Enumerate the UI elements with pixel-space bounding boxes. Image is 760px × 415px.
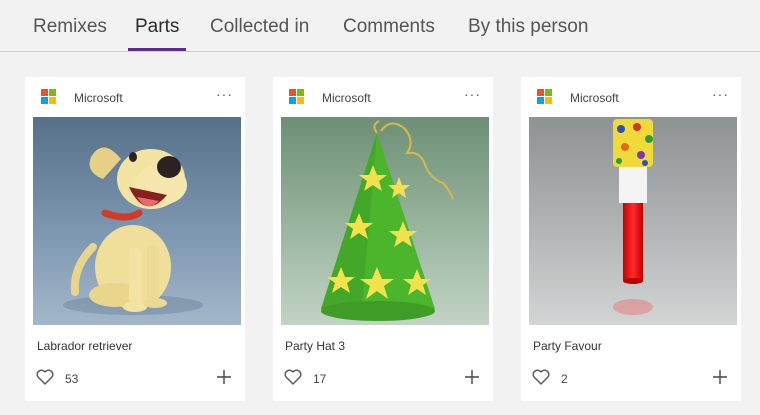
model-card[interactable]: Microsoft ··· (521, 77, 741, 401)
card-header: Microsoft ··· (273, 77, 493, 117)
tab-collected-in[interactable]: Collected in (210, 16, 309, 38)
model-card[interactable]: Microsoft ··· (25, 77, 245, 401)
microsoft-logo-icon (41, 89, 57, 105)
like-count: 53 (65, 372, 79, 386)
model-title[interactable]: Party Hat 3 (285, 339, 345, 353)
model-title[interactable]: Labrador retriever (37, 339, 132, 353)
heart-icon[interactable] (531, 367, 551, 387)
more-options-button[interactable]: ··· (216, 87, 233, 101)
author-name[interactable]: Microsoft (570, 91, 619, 105)
model-title[interactable]: Party Favour (533, 339, 602, 353)
more-options-button[interactable]: ··· (712, 87, 729, 101)
like-count: 17 (313, 372, 327, 386)
plus-icon[interactable] (463, 368, 481, 386)
active-tab-indicator (128, 48, 186, 51)
model-card[interactable]: Microsoft ··· (273, 77, 493, 401)
microsoft-logo-icon (289, 89, 305, 105)
model-thumbnail[interactable] (529, 117, 737, 325)
like-count: 2 (561, 372, 568, 386)
card-header: Microsoft ··· (521, 77, 741, 117)
author-name[interactable]: Microsoft (74, 91, 123, 105)
tab-by-this-person[interactable]: By this person (468, 16, 588, 38)
model-thumbnail[interactable] (281, 117, 489, 325)
tab-parts[interactable]: Parts (135, 16, 179, 38)
heart-icon[interactable] (283, 367, 303, 387)
tab-comments[interactable]: Comments (343, 16, 435, 38)
plus-icon[interactable] (215, 368, 233, 386)
tab-remixes[interactable]: Remixes (33, 16, 107, 38)
model-thumbnail[interactable] (33, 117, 241, 325)
plus-icon[interactable] (711, 368, 729, 386)
microsoft-logo-icon (537, 89, 553, 105)
tab-bar: Remixes Parts Collected in Comments By t… (0, 0, 760, 52)
card-header: Microsoft ··· (25, 77, 245, 117)
more-options-button[interactable]: ··· (464, 87, 481, 101)
heart-icon[interactable] (35, 367, 55, 387)
author-name[interactable]: Microsoft (322, 91, 371, 105)
